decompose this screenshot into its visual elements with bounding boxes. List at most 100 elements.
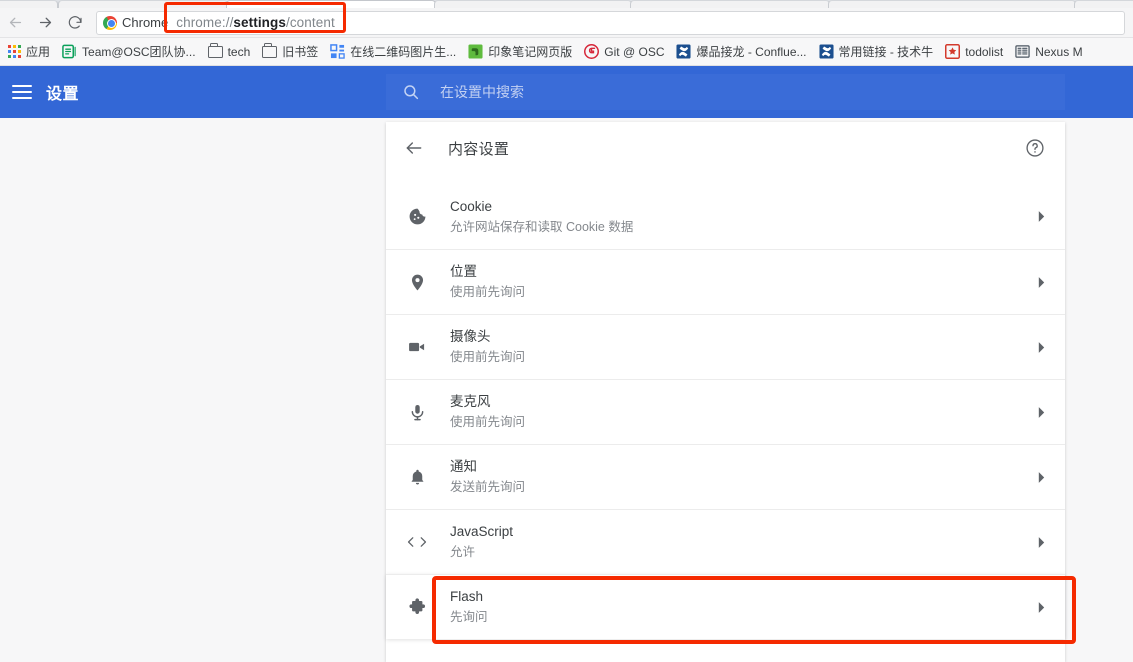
browser-tab[interactable] (0, 0, 58, 8)
settings-header: 设置 在设置中搜索 (0, 66, 1133, 118)
bookmark-label: tech (227, 44, 251, 59)
setting-subtitle: 允许网站保存和读取 Cookie 数据 (450, 219, 634, 234)
bookmark-label: todolist (965, 44, 1004, 59)
bookmark-label: 在线二维码图片生... (350, 44, 457, 59)
content-settings-list: Cookie 允许网站保存和读取 Cookie 数据 位置 使用前先询问 摄像头… (386, 174, 1076, 644)
browser-tab[interactable] (434, 0, 632, 8)
search-icon (404, 85, 419, 100)
setting-row-cookie[interactable]: Cookie 允许网站保存和读取 Cookie 数据 (386, 184, 1065, 249)
setting-subtitle: 使用前先询问 (450, 350, 526, 364)
confluence-icon (818, 44, 834, 59)
apps-grid-icon (8, 45, 21, 58)
help-circle-icon[interactable] (1025, 138, 1045, 158)
back-button[interactable] (0, 9, 30, 37)
url-host: settings (233, 15, 286, 30)
bookmark-label: Team@OSC团队协... (82, 44, 196, 59)
setting-title: JavaScript (450, 524, 514, 539)
browser-tab[interactable] (630, 0, 830, 8)
chevron-right-icon (1035, 276, 1047, 288)
microphone-icon (404, 403, 430, 422)
content-settings-header: 内容设置 (386, 122, 1065, 174)
address-bar[interactable]: Chrome chrome://settings/content (96, 10, 1125, 35)
folder-icon (207, 43, 223, 58)
forward-button[interactable] (30, 9, 60, 37)
setting-row-notifications[interactable]: 通知 发送前先询问 (386, 444, 1065, 509)
setting-row-flash[interactable]: Flash 先询问 (386, 574, 1076, 644)
chevron-right-icon (1035, 406, 1047, 418)
tab-strip (0, 0, 1133, 8)
bookmark-nexus[interactable]: Nexus M (1009, 41, 1088, 63)
setting-title: 摄像头 (450, 329, 491, 344)
url-scheme: chrome:// (176, 15, 234, 30)
bookmark-apps[interactable]: 应用 (2, 41, 56, 63)
setting-row-location[interactable]: 位置 使用前先询问 (386, 249, 1065, 314)
content-settings-card: 内容设置 Cookie 允许网站保存和读取 Cookie 数据 位置 使用前先询… (386, 122, 1076, 662)
evernote-icon (468, 44, 483, 59)
setting-row-text: 通知 发送前先询问 (450, 458, 1035, 496)
setting-subtitle: 先询问 (450, 610, 488, 624)
browser-toolbar: Chrome chrome://settings/content (0, 8, 1133, 38)
setting-row-text: JavaScript 允许 (450, 523, 1035, 561)
browser-tab[interactable] (1074, 0, 1133, 8)
setting-row-text: 摄像头 使用前先询问 (450, 328, 1035, 366)
chevron-right-icon (1035, 601, 1047, 613)
bookmark-label: 应用 (26, 44, 51, 59)
page-title: 内容设置 (448, 140, 510, 158)
browser-tab-active[interactable] (226, 0, 436, 8)
url-path: /content (285, 15, 335, 30)
setting-subtitle: 允许 (450, 545, 476, 559)
chrome-chip-label: Chrome (122, 15, 169, 30)
setting-row-text: 麦克风 使用前先询问 (450, 393, 1035, 431)
bookmark-label: 印象笔记网页版 (488, 44, 573, 59)
folder-icon (262, 43, 278, 58)
setting-row-microphone[interactable]: 麦克风 使用前先询问 (386, 379, 1065, 444)
qrcode-icon (330, 44, 345, 59)
bookmark-baopin-confluence[interactable]: 爆品接龙 - Conflue... (670, 41, 812, 63)
bookmark-team-osc[interactable]: Team@OSC团队协... (56, 41, 202, 63)
setting-row-camera[interactable]: 摄像头 使用前先询问 (386, 314, 1065, 379)
setting-title: Flash (450, 589, 484, 604)
cookie-icon (404, 207, 430, 226)
bookmark-evernote[interactable]: 印象笔记网页版 (462, 41, 578, 63)
setting-title: 位置 (450, 264, 477, 279)
bell-icon (404, 468, 430, 487)
setting-row-javascript[interactable]: JavaScript 允许 (386, 509, 1065, 574)
settings-search-placeholder: 在设置中搜索 (440, 84, 524, 100)
camera-icon (404, 337, 430, 357)
bookmark-tech[interactable]: tech (202, 41, 257, 63)
settings-search-box[interactable]: 在设置中搜索 (386, 74, 1065, 110)
bookmark-label: 常用链接 - 技术牛 (838, 44, 934, 59)
todolist-icon (945, 44, 961, 59)
chrome-origin-chip: Chrome (103, 15, 176, 30)
bookmark-label: Nexus M (1035, 44, 1083, 59)
nexus-icon (1015, 45, 1030, 58)
hamburger-menu-icon[interactable] (12, 85, 32, 99)
browser-tab[interactable] (58, 0, 228, 8)
chevron-right-icon (1035, 536, 1047, 548)
setting-row-text: 位置 使用前先询问 (450, 263, 1035, 301)
chevron-right-icon (1035, 341, 1047, 353)
setting-title: 通知 (450, 459, 477, 474)
chrome-logo-icon (103, 15, 117, 30)
reload-button[interactable] (60, 9, 90, 37)
bookmark-label: 旧书签 (282, 44, 319, 59)
bookmark-qrcode[interactable]: 在线二维码图片生... (324, 41, 462, 63)
address-bar-url: chrome://settings/content (176, 15, 335, 30)
setting-subtitle: 发送前先询问 (450, 480, 526, 494)
bookmark-todolist[interactable]: todolist (939, 41, 1009, 63)
back-arrow-icon[interactable] (404, 138, 424, 158)
setting-title: Cookie (450, 198, 493, 214)
setting-subtitle: 使用前先询问 (450, 415, 526, 429)
location-icon (404, 273, 430, 292)
browser-tab[interactable] (828, 0, 1076, 8)
bookmark-git-osc[interactable]: Git @ OSC (578, 41, 670, 63)
setting-title: 麦克风 (450, 394, 491, 409)
code-icon (404, 534, 430, 550)
bookmark-common-links[interactable]: 常用链接 - 技术牛 (813, 41, 940, 63)
osc-icon (62, 44, 76, 59)
bookmark-old-bookmarks[interactable]: 旧书签 (256, 41, 324, 63)
chevron-right-icon (1035, 471, 1047, 483)
setting-row-text: Flash 先询问 (450, 588, 1035, 626)
settings-title: 设置 (46, 86, 80, 103)
bookmark-label: Git @ OSC (604, 44, 665, 59)
